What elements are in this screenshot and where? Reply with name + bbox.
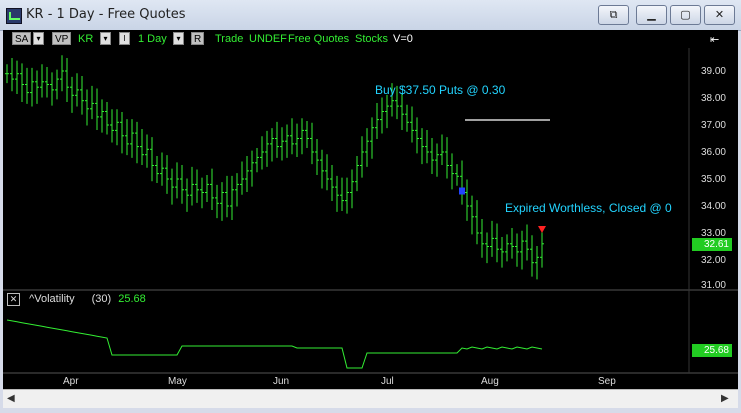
last-price-badge: 32.61 [692, 238, 732, 251]
layout-icon[interactable]: ⧉ [598, 5, 629, 25]
indicator-period: (30) [91, 293, 112, 305]
chart-window: SA ▾ VP KR ▾ I 1 Day ▾ R Trade UNDEF Fre… [3, 30, 738, 389]
expired-annotation: Expired Worthless, Closed @ 0 [505, 201, 672, 215]
minimize-button[interactable]: ▁ [636, 5, 667, 25]
title-bar: KR - 1 Day - Free Quotes ⧉ ▁ ▢ ✕ [0, 0, 741, 31]
month-label: Apr [63, 376, 79, 387]
scroll-left-icon[interactable]: ◀ [7, 393, 15, 404]
month-label: Jun [273, 376, 290, 387]
price-tick-label: 36.00 [700, 147, 726, 158]
month-label: Aug [481, 376, 499, 387]
price-tick-label: 34.00 [700, 201, 726, 212]
price-tick-label: 32.00 [700, 255, 726, 266]
chart-app-icon [6, 8, 22, 24]
maximize-button[interactable]: ▢ [670, 5, 701, 25]
horizontal-scrollbar[interactable]: ◀ ▶ [3, 389, 738, 408]
buy-signal-marker[interactable] [459, 187, 465, 195]
month-label: May [168, 376, 187, 387]
price-tick-label: 38.00 [700, 93, 726, 104]
price-tick-label: 35.00 [700, 174, 726, 185]
month-label: Jul [381, 376, 394, 387]
price-tick-label: 39.00 [700, 66, 726, 77]
scroll-right-icon[interactable]: ▶ [721, 393, 729, 404]
close-indicator-icon[interactable]: ✕ [7, 293, 20, 306]
price-tick-label: 31.00 [700, 280, 726, 291]
price-tick-label: 37.00 [700, 120, 726, 131]
indicator-value: 25.68 [118, 293, 146, 305]
exit-signal-marker[interactable] [538, 226, 546, 233]
close-button[interactable]: ✕ [704, 5, 735, 25]
month-label: Sep [598, 376, 616, 387]
indicator-name: ^Volatility [29, 293, 75, 305]
buy-annotation: Buy $37.50 Puts @ 0.30 [375, 83, 506, 97]
volatility-line [6, 319, 543, 369]
window-title: KR - 1 Day - Free Quotes [26, 7, 186, 22]
volatility-badge: 25.68 [692, 344, 732, 357]
indicator-header: ✕ ^Volatility (30) 25.68 [7, 293, 146, 306]
